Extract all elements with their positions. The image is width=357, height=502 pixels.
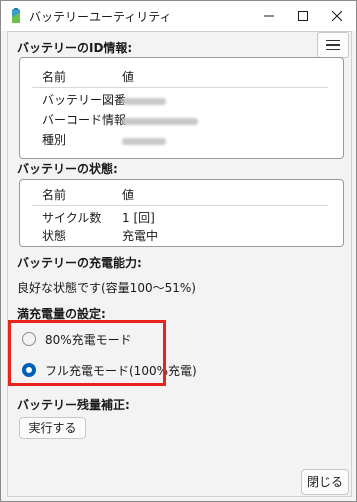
capacity-text: 良好な状態です(容量100～51%): [17, 281, 196, 295]
row-name: サイクル数: [42, 211, 102, 225]
header-value: 値: [122, 188, 135, 202]
state-table: 名前 値 サイクル数 1 [回] 状態 充電中: [19, 179, 344, 247]
title-bar[interactable]: バッテリーユーティリティ: [1, 1, 356, 31]
main-content: バッテリーのID情報: 名前 値 バッテリー図番 バーコード情報 種別 バッテリ…: [7, 31, 352, 497]
id-info-title: バッテリーのID情報:: [17, 41, 133, 55]
table-row: 種別: [20, 131, 343, 151]
row-name: バッテリー図番: [42, 93, 127, 107]
table-row: 状態 充電中: [20, 227, 343, 247]
close-icon: [332, 11, 342, 21]
table-header: 名前 値: [20, 68, 343, 88]
row-name: 種別: [42, 133, 67, 147]
redacted-value: [122, 111, 198, 125]
row-name: バーコード情報: [42, 113, 127, 127]
close-window-button[interactable]: [317, 1, 357, 31]
table-row: サイクル数 1 [回]: [20, 209, 343, 229]
hamburger-menu-icon[interactable]: [317, 32, 349, 58]
row-value: 充電中: [122, 229, 159, 243]
table-row: バーコード情報: [20, 111, 343, 131]
header-name: 名前: [42, 188, 67, 202]
capacity-title: バッテリーの充電能力:: [17, 256, 142, 270]
state-title: バッテリーの状態:: [17, 162, 118, 176]
row-value: 1 [回]: [122, 211, 155, 225]
window-title: バッテリーユーティリティ: [29, 10, 172, 24]
header-name: 名前: [42, 70, 67, 84]
close-button[interactable]: 閉じる: [301, 469, 349, 495]
maximize-icon: [298, 11, 308, 21]
redacted-value: [122, 131, 166, 145]
minimize-icon: [264, 15, 274, 17]
calibration-title: バッテリー残量補正:: [17, 398, 130, 412]
redacted-value: [122, 91, 166, 105]
header-value: 値: [122, 70, 135, 84]
battery-utility-icon: [12, 8, 20, 23]
highlight-box: [8, 320, 166, 386]
row-name: 状態: [42, 229, 67, 243]
table-header: 名前 値: [20, 186, 343, 206]
execute-button[interactable]: 実行する: [19, 417, 86, 439]
id-info-table: 名前 値 バッテリー図番 バーコード情報 種別: [19, 57, 344, 159]
table-row: バッテリー図番: [20, 91, 343, 111]
battery-utility-window: バッテリーユーティリティ バッテリーのID情報: 名前 値 バッテリー図番 バー…: [0, 0, 357, 502]
